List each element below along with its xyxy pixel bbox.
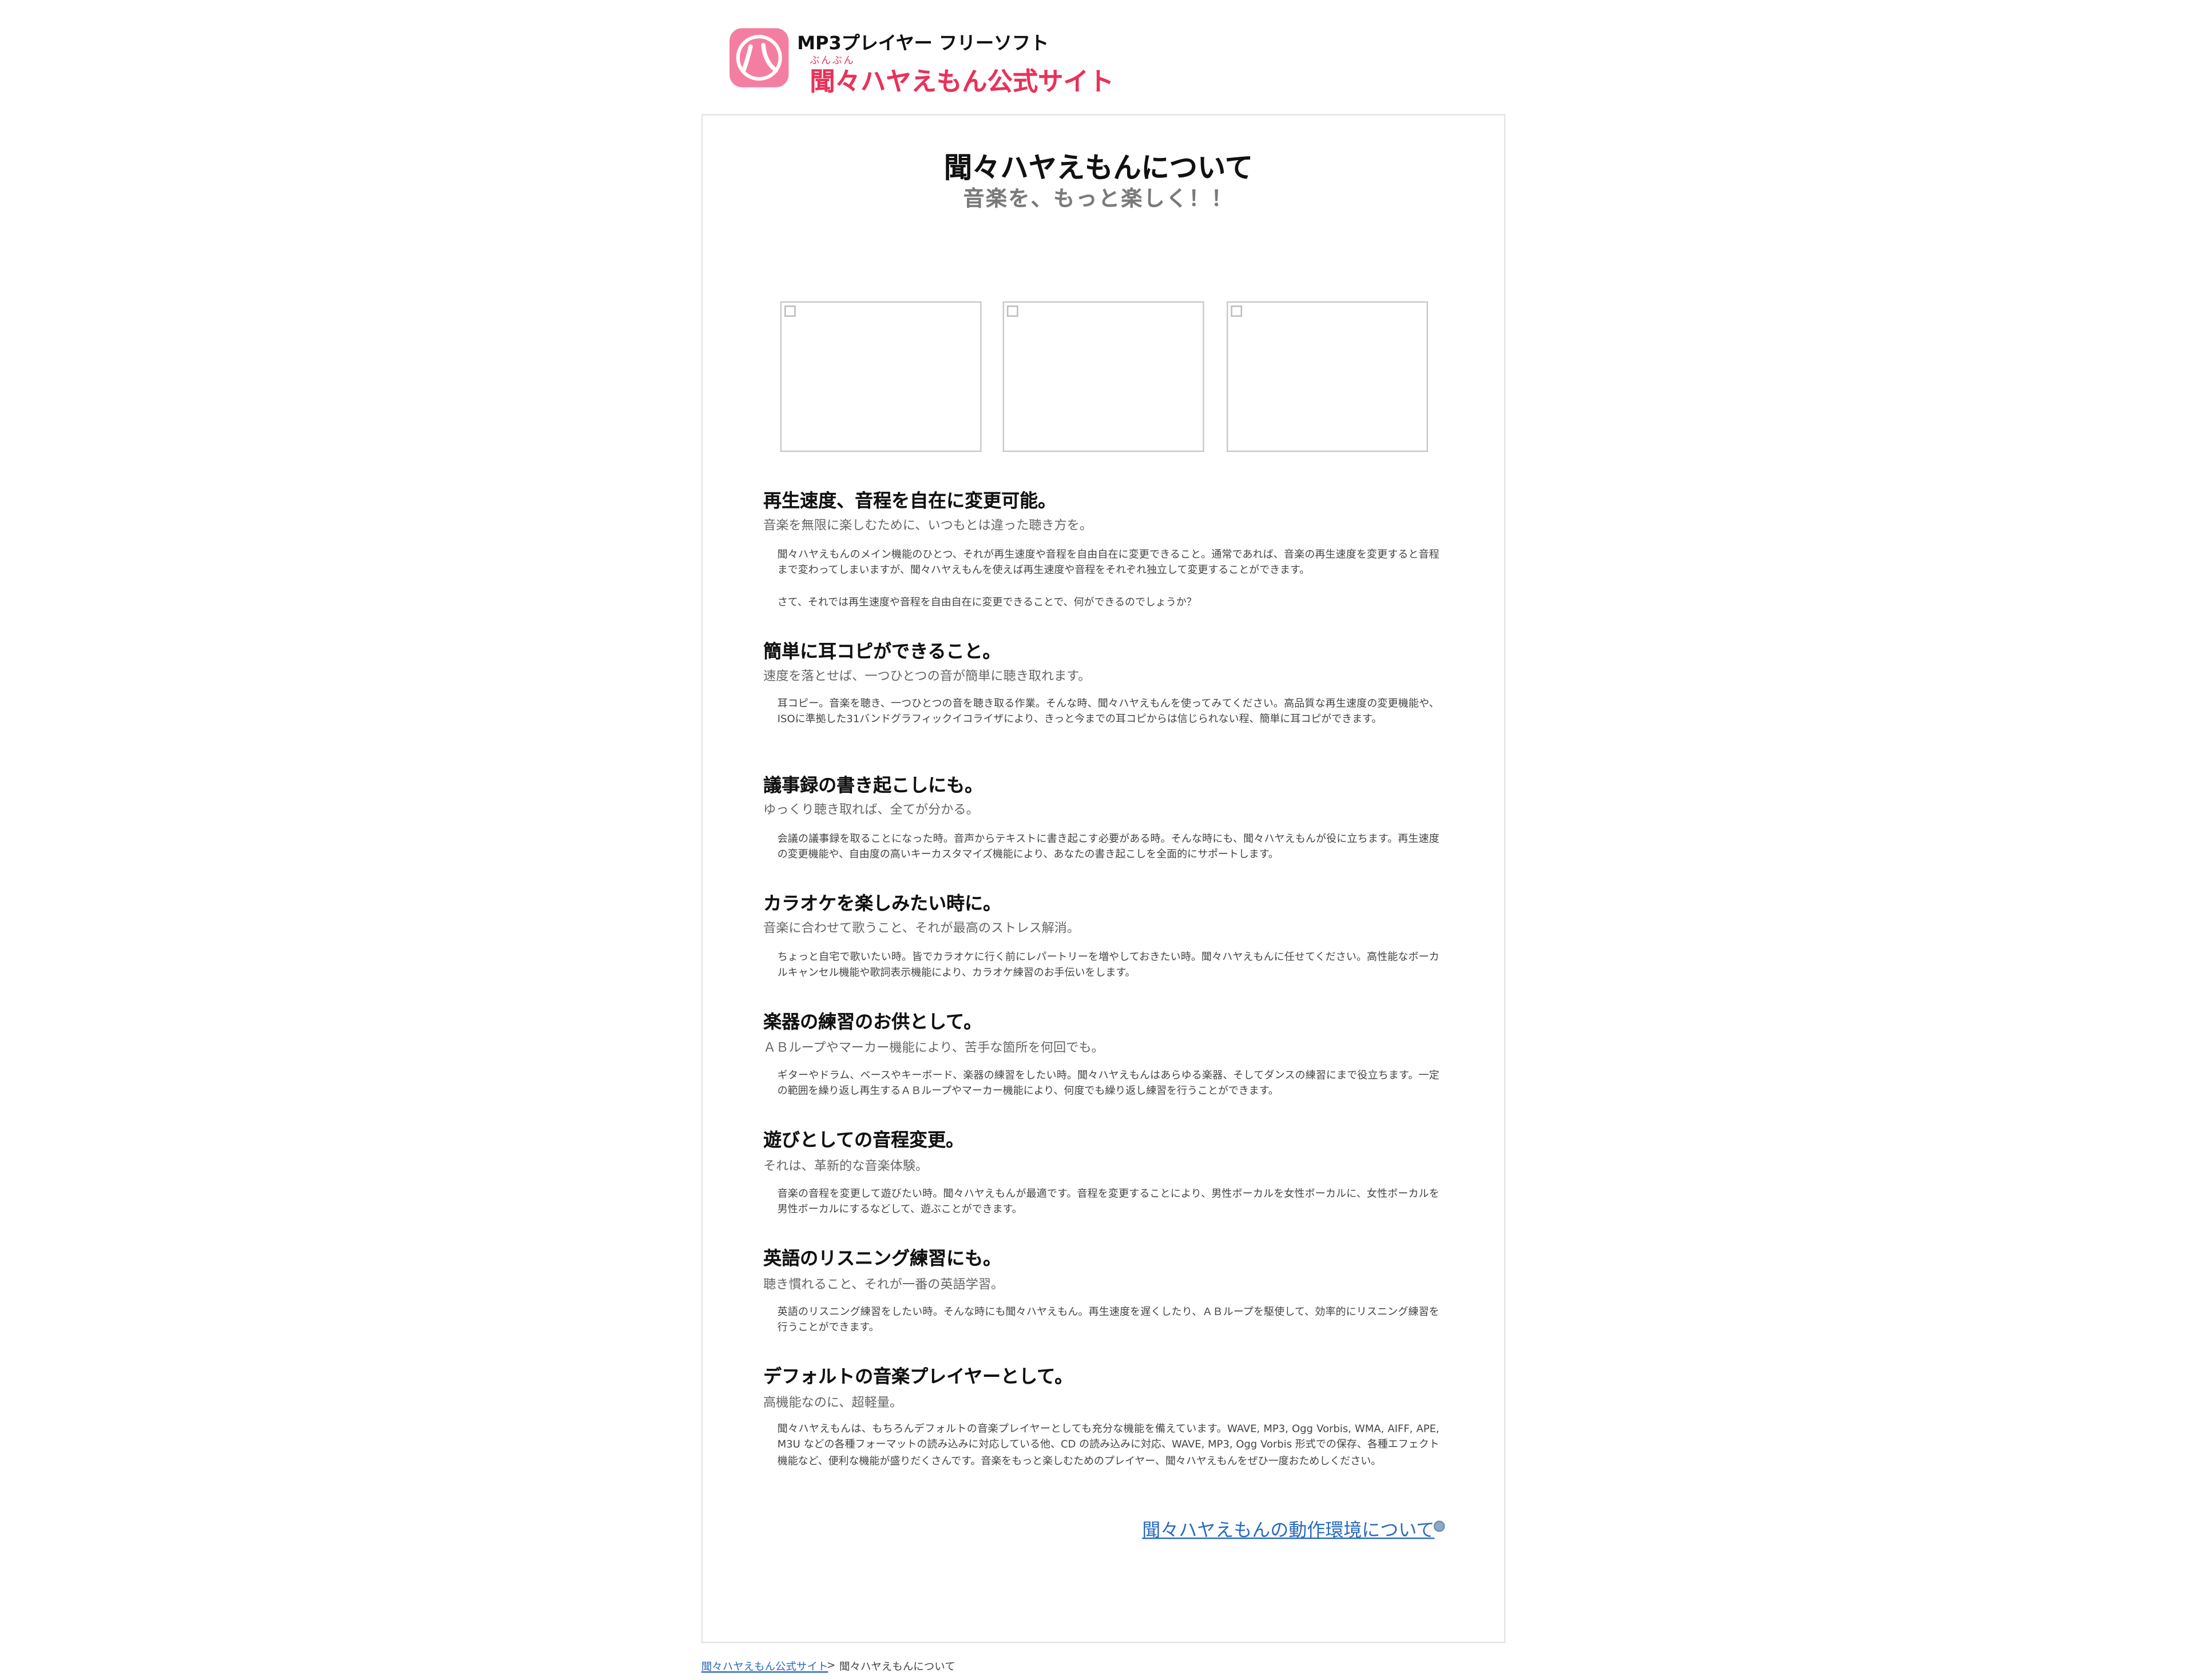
breadcrumb-home-link[interactable]: 聞々ハヤえもん公式サイト [701, 1659, 828, 1674]
screenshot-image-3 [1226, 301, 1428, 452]
section-paragraph: 聞々ハヤえもんは、もちろんデフォルトの音楽プレイヤーとしても充分な機能を備えてい… [777, 1422, 1439, 1467]
section-paragraph: 耳コピー。音楽を聴き、一つひとつの音を聴き取る作業。そんな時、聞々ハヤえもんを使… [777, 697, 1439, 726]
broken-image-icon [1006, 305, 1018, 317]
site-title[interactable]: 聞々ハヤえもん公式サイト [810, 62, 1114, 98]
page-subtitle: 音楽を、もっと楽しく！！ [963, 185, 1234, 212]
section-paragraph: 英語のリスニング練習をしたい時。そんな時にも聞々ハヤえもん。再生速度を遅くしたり… [777, 1305, 1439, 1334]
section-subheading: 音楽に合わせて歌うこと、それが最高のストレス解消。 [763, 922, 1080, 936]
breadcrumb-separator: > [826, 1658, 836, 1671]
section-subheading: ＡＢループやマーカー機能により、苦手な箇所を何回でも。 [763, 1042, 1104, 1057]
section-paragraph: 聞々ハヤえもんのメイン機能のひとつ、それが再生速度や音程を自由自在に変更できるこ… [777, 547, 1439, 577]
section-heading: 簡単に耳コピができること。 [763, 642, 1001, 664]
screenshot-image-2 [1002, 301, 1204, 452]
broken-image-icon [1231, 305, 1243, 317]
section-heading: デフォルトの音楽プレイヤーとして。 [763, 1367, 1073, 1389]
section-heading: 議事録の書き起こしにも。 [763, 776, 984, 797]
section-heading: 再生速度、音程を自在に変更可能。 [763, 491, 1057, 513]
section-subheading: 音楽を無限に楽しむために、いつもとは違った聴き方を。 [763, 519, 1093, 534]
screenshot-image-1 [780, 301, 982, 452]
section-paragraph: 会議の議事録を取ることになった時。音声からテキストに書き起こす必要がある時。そん… [777, 832, 1439, 861]
section-subheading: 聴き慣れること、それが一番の英語学習。 [763, 1278, 1004, 1293]
section-heading: 楽器の練習のお供として。 [763, 1012, 982, 1034]
section-subheading: 高機能なのに、超軽量。 [763, 1396, 903, 1411]
system-requirements-link[interactable]: 聞々ハヤえもんの動作環境について [1142, 1515, 1434, 1542]
section-heading: カラオケを楽しみたい時に。 [763, 894, 1002, 915]
hayaemon-logo-icon[interactable] [729, 28, 789, 88]
section-paragraph: ちょっと自宅で歌いたい時。皆でカラオケに行く前にレパートリーを増やしておきたい時… [777, 950, 1439, 979]
breadcrumb-current: 聞々ハヤえもんについて [839, 1660, 955, 1673]
section-subheading: 速度を落とせば、一つひとつの音が簡単に聴き取れます。 [763, 670, 1091, 685]
section-paragraph: ギターやドラム、ベースやキーボード、楽器の練習をしたい時。聞々ハヤえもんはあらゆ… [777, 1069, 1439, 1098]
site-subtitle: MP3プレイヤー フリーソフト [797, 34, 1049, 55]
section-subheading: それは、革新的な音楽体験。 [763, 1160, 929, 1174]
circle-arrow-icon[interactable] [1433, 1520, 1445, 1532]
section-paragraph: 音楽の音程を変更して遊びたい時。聞々ハヤえもんが最適です。音程を変更することによ… [777, 1187, 1439, 1216]
section-heading: 英語のリスニング練習にも。 [763, 1249, 1002, 1270]
section-paragraph: さて、それでは再生速度や音程を自由自在に変更できることで、何ができるのでしょうか… [777, 595, 1197, 609]
broken-image-icon [784, 305, 796, 317]
section-subheading: ゆっくり聴き取れば、全てが分かる。 [763, 804, 979, 819]
section-heading: 遊びとしての音程変更。 [763, 1130, 965, 1152]
page-title: 聞々ハヤえもんについて [943, 150, 1254, 185]
